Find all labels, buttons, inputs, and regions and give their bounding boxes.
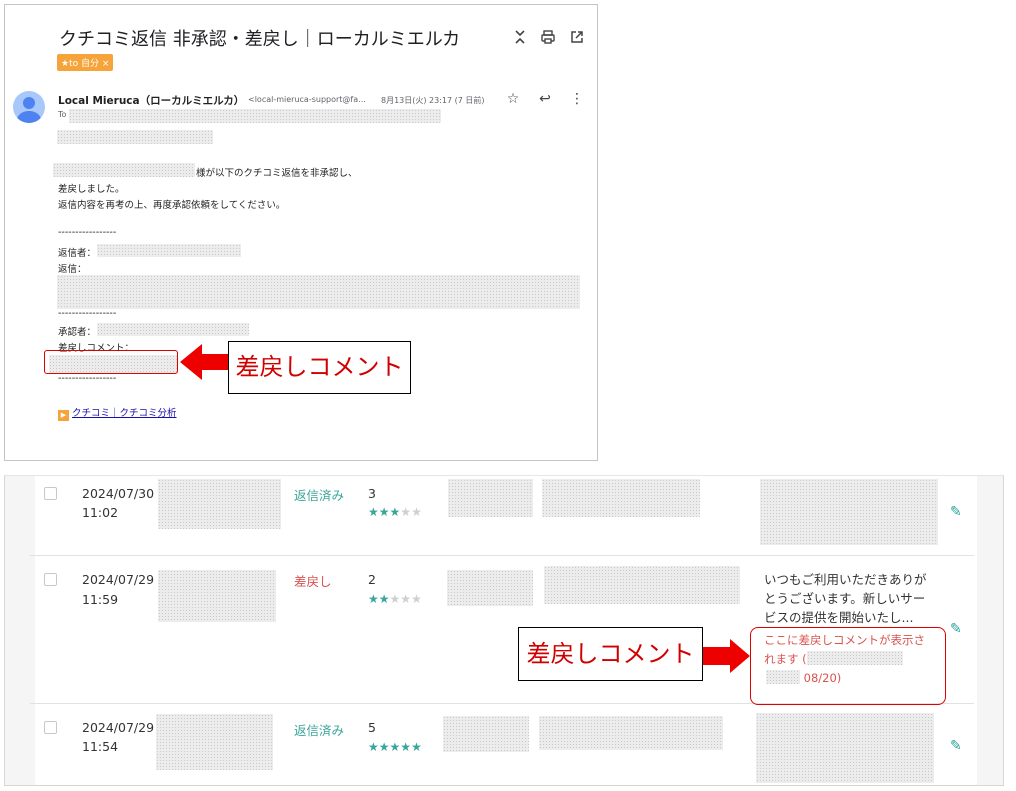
- rating-stars: ★★★★★: [368, 592, 422, 606]
- rating-value: 2: [368, 572, 376, 587]
- divider-1: -----------------: [58, 227, 117, 238]
- redacted-reviewer: [156, 714, 273, 770]
- replier-label: 返信者：: [58, 248, 97, 259]
- edit-icon[interactable]: ✎: [950, 738, 962, 754]
- row-date: 2024/07/30: [82, 486, 155, 501]
- sender-email: <local-mieruca-support@fa...: [248, 95, 366, 104]
- expand-icon[interactable]: [511, 29, 529, 47]
- row-checkbox[interactable]: [44, 721, 57, 734]
- status-badge: 返信済み: [294, 723, 345, 738]
- edit-icon[interactable]: ✎: [950, 504, 962, 520]
- redacted-recipients: [69, 109, 441, 123]
- star-empty-icon: ★: [411, 592, 422, 606]
- footer-link[interactable]: ▶ クチコミ｜クチコミ分析: [58, 405, 177, 421]
- row-time: 11:59: [82, 592, 119, 607]
- star-filled-icon: ★: [400, 740, 412, 754]
- reply-text: いつもご利用いただきありがとうございます。新しいサービスの提供を開始いたし...: [764, 572, 927, 625]
- star-filled-icon: ★: [368, 505, 379, 519]
- star-icon[interactable]: ☆: [505, 91, 521, 107]
- rating-value: 5: [368, 720, 376, 735]
- divider-3: -----------------: [58, 373, 117, 384]
- star-empty-icon: ★: [400, 592, 412, 606]
- play-icon: ▶: [58, 410, 69, 421]
- status-badge: 差戻し: [294, 574, 332, 589]
- redacted-review: [448, 479, 533, 517]
- star-empty-icon: ★: [400, 505, 412, 519]
- row-date: 2024/07/29: [82, 572, 155, 587]
- redacted-review-body: [542, 479, 700, 517]
- table-callout-arrow-icon: [702, 639, 750, 673]
- star-filled-icon: ★: [368, 592, 379, 606]
- more-vert-icon[interactable]: ⋮: [569, 91, 585, 107]
- redacted-greeting: [57, 130, 213, 144]
- body-line-2: 差戻しました。: [58, 184, 125, 195]
- rating-value: 3: [368, 486, 376, 501]
- star-filled-icon: ★: [378, 505, 390, 519]
- row-checkbox[interactable]: [44, 487, 57, 500]
- row-time: 11:02: [82, 505, 119, 520]
- redacted-review: [447, 570, 533, 606]
- table-callout-label: 差戻しコメント: [518, 627, 703, 681]
- approver-label: 承認者：: [58, 327, 97, 338]
- avatar: [13, 91, 45, 123]
- star-filled-icon: ★: [389, 505, 401, 519]
- status-badge: 返信済み: [294, 488, 345, 503]
- rating-stars: ★★★★★: [368, 740, 422, 754]
- star-filled-icon: ★: [378, 740, 390, 754]
- email-subject: クチコミ返信 非承認・差戻し｜ローカルミエルカ: [59, 29, 461, 50]
- redacted-reviewer: [158, 479, 281, 529]
- reply-icon[interactable]: ↩: [537, 91, 553, 107]
- redacted-approver: [97, 323, 249, 336]
- redacted-reply-body: [57, 275, 580, 309]
- row-time: 11:54: [82, 739, 119, 754]
- to-label: To: [58, 110, 67, 119]
- rating-stars: ★★★★★: [368, 505, 422, 519]
- email-callout-arrow-icon: [180, 344, 228, 380]
- divider-2: -----------------: [58, 308, 117, 319]
- sender-name: Local Mieruca（ローカルミエルカ）: [58, 95, 245, 107]
- footer-link-text[interactable]: クチコミ｜クチコミ分析: [72, 408, 177, 419]
- email-comment-highlight: [44, 350, 178, 374]
- star-empty-icon: ★: [389, 592, 401, 606]
- redacted-user-name: [53, 163, 195, 177]
- label-chip[interactable]: ★to 自分 ×: [57, 54, 114, 71]
- redacted-review-body: [544, 566, 740, 604]
- redacted-review-body: [539, 716, 723, 750]
- email-callout-label: 差戻しコメント: [228, 341, 411, 394]
- reply-label: 返信：: [58, 264, 87, 275]
- body-line-3: 返信内容を再考の上、再度承認依頼をしてください。: [58, 200, 286, 211]
- star-filled-icon: ★: [368, 740, 379, 754]
- edit-icon[interactable]: ✎: [950, 621, 962, 637]
- redacted-replier: [97, 244, 241, 257]
- table-comment-highlight: [750, 627, 946, 705]
- redacted-reply: [760, 479, 938, 545]
- redacted-reply: [756, 713, 934, 783]
- body-line-1: 様が以下のクチコミ返信を非承認し、: [196, 168, 358, 179]
- redacted-review: [443, 716, 529, 752]
- print-icon[interactable]: [539, 29, 557, 47]
- star-empty-icon: ★: [411, 505, 422, 519]
- star-filled-icon: ★: [378, 592, 390, 606]
- sent-date: 8月13日(火) 23:17 (7 日前): [381, 96, 485, 105]
- star-filled-icon: ★: [411, 740, 422, 754]
- open-new-window-icon[interactable]: [568, 29, 586, 47]
- row-date: 2024/07/29: [82, 720, 155, 735]
- star-filled-icon: ★: [389, 740, 401, 754]
- redacted-reviewer: [158, 570, 276, 622]
- row-checkbox[interactable]: [44, 573, 57, 586]
